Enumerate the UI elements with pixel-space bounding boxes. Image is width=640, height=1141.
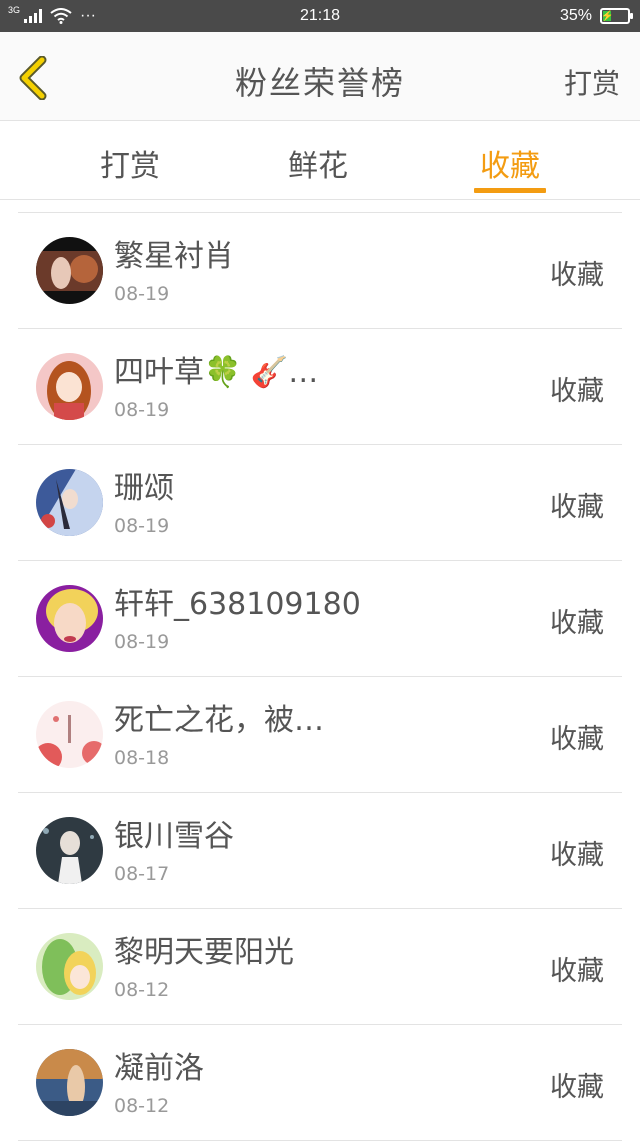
fan-contribution-type: 收藏 xyxy=(550,724,604,755)
battery-fill: ⚡ xyxy=(600,10,614,22)
list-item[interactable]: 凝前洛 08-12 收藏 xyxy=(18,1025,622,1141)
fan-contribution-type: 收藏 xyxy=(550,260,604,291)
active-tab-indicator xyxy=(474,188,546,193)
fan-contribution-type: 收藏 xyxy=(550,1072,604,1103)
avatar xyxy=(36,585,103,652)
fan-contribution-type: 收藏 xyxy=(550,956,604,987)
tab-reward[interactable]: 打赏 xyxy=(95,141,165,185)
tab-flowers[interactable]: 鲜花 xyxy=(283,141,353,185)
fan-date: 08-17 xyxy=(114,863,170,885)
avatar xyxy=(36,353,103,420)
reward-button[interactable]: 打赏 xyxy=(564,62,620,102)
fan-list: 繁星衬肖 08-19 收藏 四叶草🍀 🎸… 08-19 收藏 珊颂 08-19 … xyxy=(18,212,622,1141)
fan-name: 四叶草🍀 🎸… xyxy=(114,355,319,390)
fan-name: 黎明天要阳光 xyxy=(114,935,294,970)
battery-icon: ⚡ xyxy=(600,8,633,24)
fan-name: 死亡之花，被… xyxy=(114,703,324,738)
fan-date: 08-19 xyxy=(114,283,170,305)
fan-date: 08-19 xyxy=(114,631,170,653)
list-item[interactable]: 轩轩_638109180 08-19 收藏 xyxy=(18,561,622,677)
wifi-icon xyxy=(50,8,72,24)
tab-favorites[interactable]: 收藏 xyxy=(475,141,545,185)
fan-contribution-type: 收藏 xyxy=(550,376,604,407)
fan-date: 08-12 xyxy=(114,1095,170,1117)
status-time: 21:18 xyxy=(299,7,341,24)
fan-contribution-type: 收藏 xyxy=(550,608,604,639)
status-left: 3G ··· xyxy=(0,4,96,25)
avatar xyxy=(36,469,103,536)
signal-icon xyxy=(24,9,43,23)
fan-date: 08-19 xyxy=(114,515,170,537)
fan-name: 凝前洛 xyxy=(114,1051,204,1086)
battery-percent: 35% xyxy=(559,7,592,24)
fan-date: 08-12 xyxy=(114,979,170,1001)
fan-contribution-type: 收藏 xyxy=(550,492,604,523)
fan-name: 珊颂 xyxy=(114,471,174,506)
tab-bar: 打赏 鲜花 收藏 xyxy=(0,121,640,200)
fan-name: 繁星衬肖 xyxy=(114,239,234,274)
header: 粉丝荣誉榜 打赏 xyxy=(0,32,640,121)
fan-name: 银川雪谷 xyxy=(114,819,234,854)
list-item[interactable]: 繁星衬肖 08-19 收藏 xyxy=(18,213,622,329)
status-bar: 3G ··· 21:18 35% ⚡ xyxy=(0,0,640,32)
fan-date: 08-18 xyxy=(114,747,170,769)
fan-date: 08-19 xyxy=(114,399,170,421)
avatar xyxy=(36,237,103,304)
fan-contribution-type: 收藏 xyxy=(550,840,604,871)
avatar xyxy=(36,933,103,1000)
list-item[interactable]: 死亡之花，被… 08-18 收藏 xyxy=(18,677,622,793)
avatar xyxy=(36,817,103,884)
list-item[interactable]: 银川雪谷 08-17 收藏 xyxy=(18,793,622,909)
avatar xyxy=(36,1049,103,1116)
list-item[interactable]: 珊颂 08-19 收藏 xyxy=(18,445,622,561)
page-title: 粉丝荣誉榜 xyxy=(234,64,405,102)
list-item[interactable]: 四叶草🍀 🎸… 08-19 收藏 xyxy=(18,329,622,445)
network-type-label: 3G xyxy=(8,4,21,15)
status-right: 35% ⚡ xyxy=(560,7,640,25)
list-item[interactable]: 黎明天要阳光 08-12 收藏 xyxy=(18,909,622,1025)
fan-name: 轩轩_638109180 xyxy=(114,587,361,622)
more-dots-icon: ··· xyxy=(80,7,96,24)
avatar xyxy=(36,701,103,768)
